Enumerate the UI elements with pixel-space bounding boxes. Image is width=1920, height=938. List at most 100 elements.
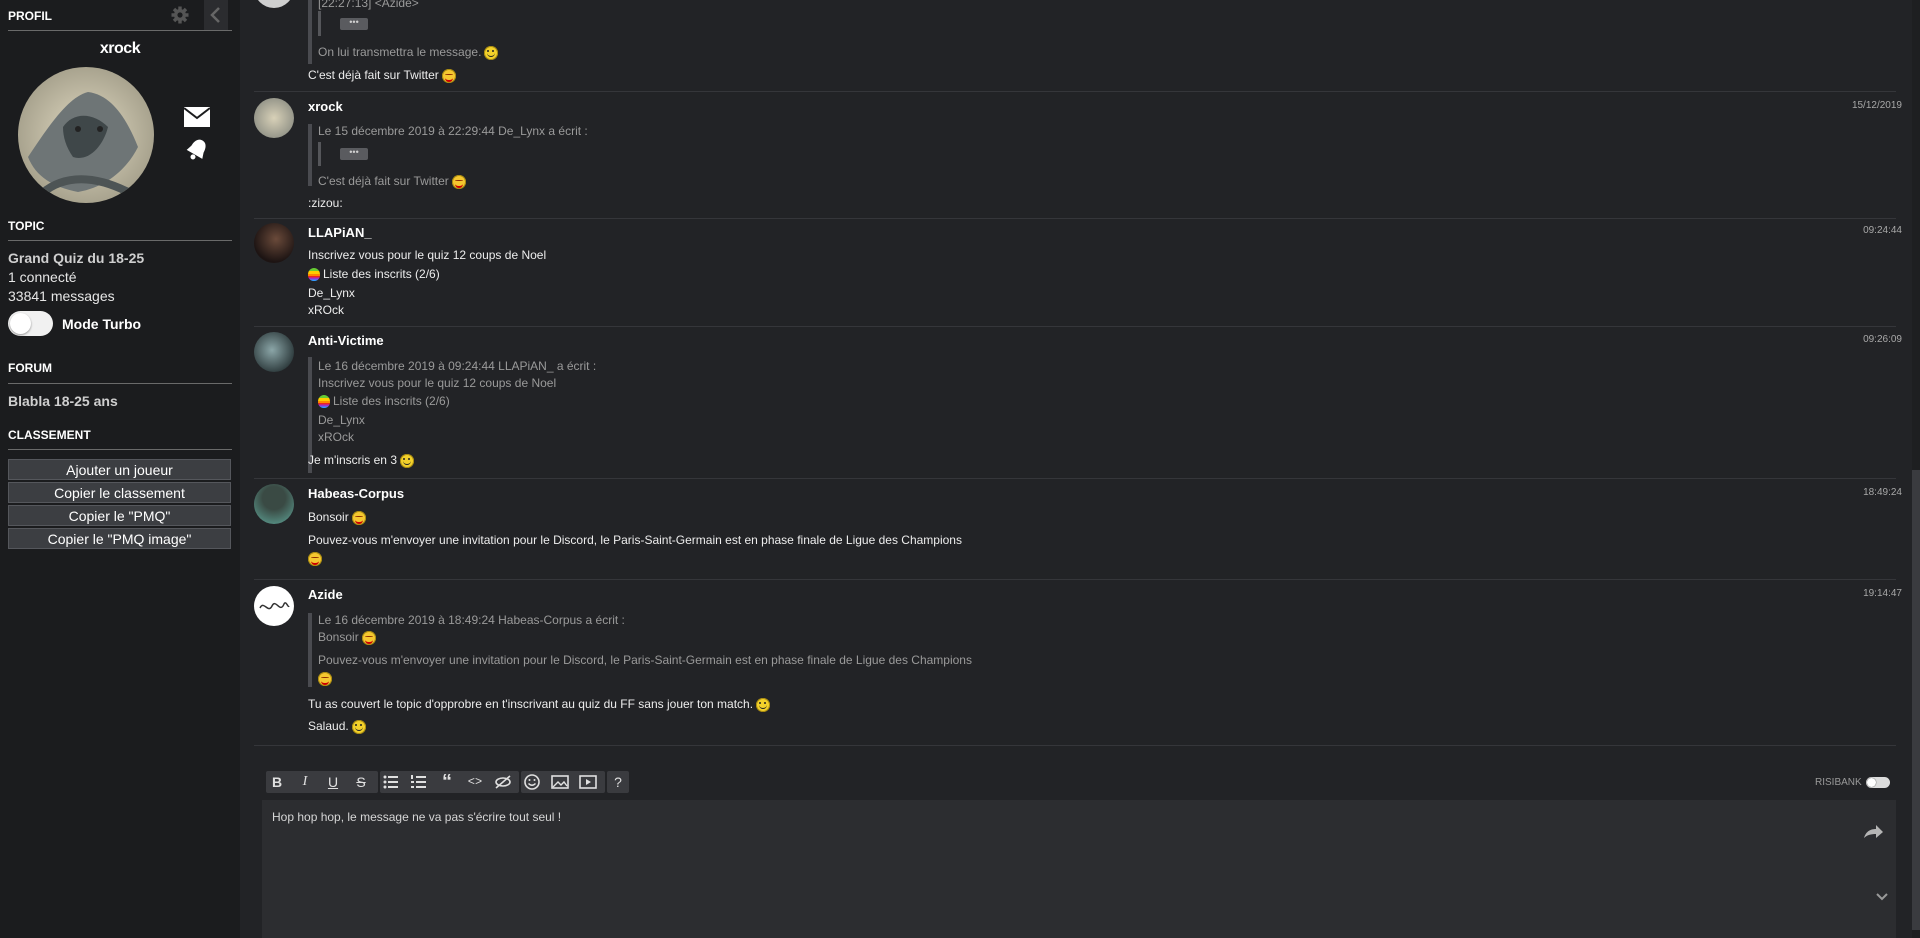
message-date[interactable]: 18:49:24	[1863, 487, 1902, 498]
format-group: B I U S	[266, 771, 378, 793]
copy-pmq-image-button[interactable]: Copier le "PMQ image"	[8, 528, 231, 549]
quote-line: Le 16 décembre 2019 à 18:49:24 Habeas-Co…	[318, 613, 625, 627]
turbo-mode-label: Mode Turbo	[62, 316, 142, 332]
quote-button[interactable]: “	[436, 771, 458, 793]
squiggle-logo-image	[259, 602, 290, 610]
bell-icon[interactable]	[185, 137, 209, 163]
video-icon	[579, 775, 597, 789]
message: Habeas-Corpus 18:49:24 Bonsoir Pouvez-vo…	[254, 479, 1902, 580]
message-list: [22:27:13] <Azide> ••• On lui transmettr…	[240, 0, 1912, 938]
message-author[interactable]: LLAPiAN_	[308, 225, 372, 240]
spoiler-icon	[495, 775, 511, 789]
topic-header: TOPIC	[8, 219, 45, 233]
message-editor[interactable]: Hop hop hop, le message ne va pas s'écri…	[262, 800, 1896, 938]
help-button[interactable]: ?	[607, 771, 629, 793]
strike-button[interactable]: S	[350, 771, 372, 793]
avatar[interactable]	[254, 98, 294, 138]
collapse-sidebar-button[interactable]	[204, 0, 228, 30]
quote-line: De_Lynx	[318, 413, 365, 427]
expand-quote-button[interactable]: •••	[340, 18, 368, 30]
quote-bar	[308, 124, 312, 186]
message-line: Pouvez-vous m'envoyer une invitation pou…	[308, 533, 962, 547]
bullet-list-icon	[383, 775, 398, 789]
quote-line: Le 16 décembre 2019 à 09:24:44 LLAPiAN_ …	[318, 359, 597, 373]
quote-line: xROck	[318, 430, 354, 444]
ranking-header: CLASSEMENT	[8, 428, 91, 442]
message-line: De_Lynx	[308, 286, 355, 300]
quote-line: Pouvez-vous m'envoyer une invitation pou…	[318, 653, 972, 667]
divider	[8, 30, 232, 31]
smiley-icon	[524, 774, 540, 790]
turbo-mode-toggle[interactable]	[8, 311, 53, 336]
gear-icon[interactable]	[170, 5, 190, 25]
message-date[interactable]: 09:24:44	[1863, 225, 1902, 236]
bullet-list-button[interactable]	[380, 771, 402, 793]
bold-button[interactable]: B	[266, 771, 288, 793]
toggle-knob	[1867, 778, 1876, 787]
quote-line: Bonsoir	[318, 630, 376, 645]
hap-smiley-icon	[318, 671, 332, 686]
topic-title[interactable]: Grand Quiz du 18-25	[8, 250, 144, 266]
numbered-list-icon	[411, 775, 426, 788]
message-line: Tu as couvert le topic d'opprobre en t'i…	[308, 697, 771, 712]
avatar[interactable]	[254, 0, 294, 8]
mail-icon[interactable]	[183, 106, 211, 128]
italic-button[interactable]: I	[294, 771, 316, 793]
image-icon	[551, 775, 569, 789]
spoiler-button[interactable]	[492, 771, 514, 793]
add-player-button[interactable]: Ajouter un joueur	[8, 459, 231, 480]
message-text: C'est déjà fait sur Twitter	[308, 68, 456, 83]
smiley-button[interactable]	[521, 771, 543, 793]
quote-line: [22:27:13] <Azide>	[318, 0, 419, 10]
message: LLAPiAN_ 09:24:44 Inscrivez vous pour le…	[254, 219, 1902, 327]
message-date[interactable]: 19:14:47	[1863, 588, 1902, 599]
underline-button[interactable]: U	[322, 771, 344, 793]
hap-smiley-icon	[361, 630, 376, 645]
copy-pmq-button[interactable]: Copier le "PMQ"	[8, 505, 231, 526]
avatar[interactable]	[254, 223, 294, 263]
quote-line: C'est déjà fait sur Twitter	[318, 174, 466, 189]
risibank-toggle[interactable]	[1866, 777, 1890, 788]
avatar[interactable]	[254, 332, 294, 372]
forum-name[interactable]: Blabla 18-25 ans	[8, 393, 118, 409]
nested-quote-bar	[318, 142, 321, 166]
risibank-label: RISIBANK	[1815, 777, 1862, 788]
smiley-icon	[756, 697, 771, 712]
send-icon[interactable]	[1862, 823, 1884, 841]
chevron-left-icon	[210, 7, 220, 23]
message-author[interactable]: Azide	[308, 587, 343, 602]
expand-quote-button[interactable]: •••	[340, 148, 368, 160]
nested-quote-bar	[318, 11, 321, 36]
message-author[interactable]: xrock	[308, 99, 343, 114]
scrollbar-thumb[interactable]	[1912, 470, 1920, 930]
avatar[interactable]	[254, 484, 294, 524]
profile-avatar	[18, 67, 154, 203]
profile-header: PROFIL	[8, 9, 52, 23]
message-line: Bonsoir	[308, 510, 366, 525]
sidebar: PROFIL xrock TOPIC Grand Quiz du 18-25 1…	[0, 0, 240, 938]
toggle-knob	[10, 313, 31, 334]
copy-ranking-button[interactable]: Copier le classement	[8, 482, 231, 503]
message-date[interactable]: 09:26:09	[1863, 334, 1902, 345]
quote-line	[318, 671, 332, 686]
block-group: “ <>	[380, 771, 519, 793]
chevron-down-icon[interactable]	[1874, 890, 1890, 902]
numbered-list-button[interactable]	[408, 771, 430, 793]
connected-count: 1 connecté	[8, 269, 77, 285]
divider	[8, 383, 232, 384]
message-date[interactable]: 15/12/2019	[1852, 100, 1902, 111]
hap-smiley-icon	[451, 174, 466, 189]
message-line: Liste des inscrits (2/6)	[308, 267, 440, 282]
smiley-icon	[400, 453, 414, 468]
message-author[interactable]: Habeas-Corpus	[308, 486, 404, 501]
message: [22:27:13] <Azide> ••• On lui transmettr…	[254, 0, 1896, 92]
message-author[interactable]: Anti-Victime	[308, 333, 384, 348]
message-text: Je m'inscris en 3	[308, 453, 414, 468]
image-button[interactable]	[549, 771, 571, 793]
message: Azide 19:14:47 Le 16 décembre 2019 à 18:…	[254, 580, 1902, 746]
editor-placeholder: Hop hop hop, le message ne va pas s'écri…	[272, 810, 562, 824]
apple-icon	[308, 268, 320, 282]
code-button[interactable]: <>	[464, 771, 486, 793]
video-button[interactable]	[577, 771, 599, 793]
avatar[interactable]	[254, 586, 294, 626]
